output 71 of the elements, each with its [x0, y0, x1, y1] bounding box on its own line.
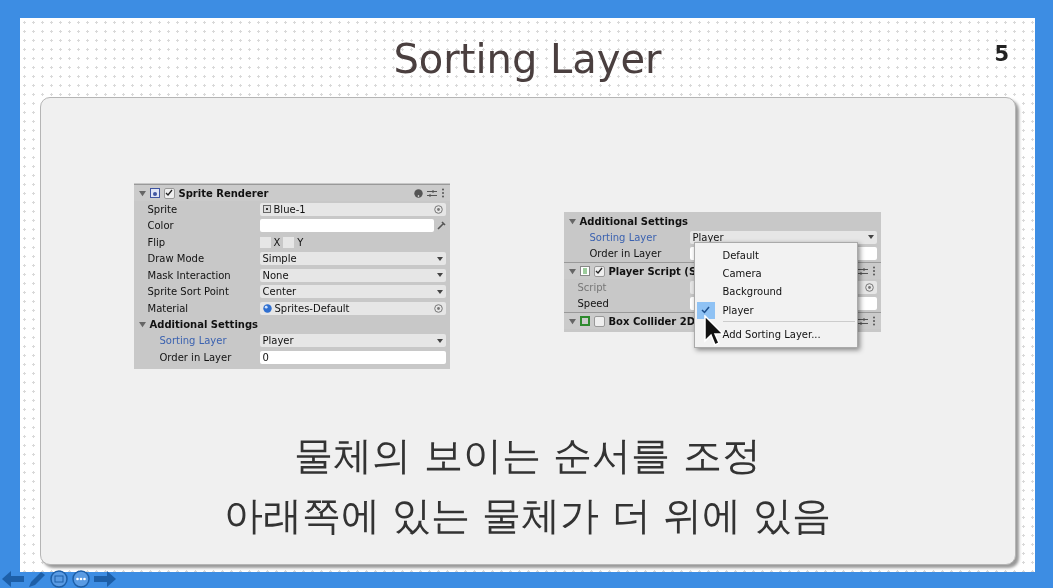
- more-icon[interactable]: [72, 570, 90, 588]
- caret-icon: [436, 289, 443, 294]
- property-label: Color: [147, 220, 175, 232]
- checkbox[interactable]: [283, 236, 295, 248]
- caption-text: 아래쪽에 있는 물체가 더 위에 있음: [223, 492, 832, 540]
- property-label: Sprite Sort Point: [147, 286, 230, 298]
- dropdown-field[interactable]: None: [259, 268, 446, 282]
- checkbox[interactable]: [259, 236, 271, 248]
- property-label: Sprite: [147, 203, 179, 215]
- number-field[interactable]: 0: [259, 350, 446, 364]
- section-title: Additional Settings: [149, 319, 259, 330]
- sphere-icon: [262, 303, 272, 313]
- property-label: Draw Mode: [147, 253, 206, 265]
- help-icon[interactable]: [413, 188, 423, 198]
- expand-triangle-icon[interactable]: [568, 217, 576, 225]
- object-field[interactable]: Blue-1: [259, 202, 446, 216]
- object-field[interactable]: Sprites-Default: [259, 301, 446, 315]
- property-label: Order in Layer: [589, 248, 663, 260]
- forward-arrow-icon[interactable]: [94, 571, 116, 587]
- dropdown-field[interactable]: Player: [259, 334, 446, 348]
- more-icon[interactable]: [871, 316, 876, 326]
- caret-icon: [436, 256, 443, 261]
- property-label: Material: [147, 302, 190, 314]
- caret-icon: [436, 338, 443, 343]
- property-label: Flip: [147, 236, 167, 248]
- component-icon: [579, 316, 590, 326]
- sliders-icon[interactable]: [857, 266, 868, 276]
- menu-item[interactable]: Add Sorting Layer...: [722, 328, 821, 340]
- menu-item[interactable]: Player: [722, 304, 754, 316]
- menu-item[interactable]: Default: [722, 249, 760, 261]
- checkbox[interactable]: [593, 265, 605, 277]
- sliders-icon[interactable]: [857, 316, 868, 326]
- dropdown-field[interactable]: Center: [259, 285, 446, 299]
- more-icon[interactable]: [440, 188, 445, 198]
- property-label: Script: [577, 281, 608, 293]
- sliders-icon[interactable]: [426, 188, 437, 198]
- check-icon: [701, 306, 710, 315]
- property-label: Sorting Layer: [159, 335, 228, 347]
- expand-triangle-icon[interactable]: [568, 267, 576, 275]
- component-icon: [579, 266, 590, 276]
- sprite-icon: [262, 205, 271, 214]
- color-field[interactable]: [259, 219, 434, 233]
- target-icon[interactable]: [864, 282, 874, 292]
- checkbox-label: X: [273, 236, 281, 248]
- target-icon[interactable]: [433, 204, 443, 214]
- expand-triangle-icon[interactable]: [138, 321, 146, 328]
- component-title: Sprite Renderer: [178, 187, 269, 199]
- caret-icon: [867, 235, 874, 240]
- page-number: 5: [994, 42, 1009, 66]
- menu-item[interactable]: Camera: [722, 267, 762, 279]
- dropdown-field[interactable]: Simple: [259, 252, 446, 266]
- eyedropper-icon[interactable]: [436, 221, 446, 231]
- expand-triangle-icon[interactable]: [138, 189, 146, 197]
- slides-icon[interactable]: [50, 570, 68, 588]
- slide-title: Sorting Layer: [393, 36, 662, 84]
- checkbox-label: Y: [297, 236, 304, 248]
- component-title: Box Collider 2D: [608, 315, 696, 327]
- more-icon[interactable]: [871, 266, 876, 276]
- caret-icon: [436, 273, 443, 278]
- menu-item[interactable]: Background: [722, 286, 783, 298]
- expand-triangle-icon[interactable]: [568, 317, 576, 325]
- property-label: Order in Layer: [159, 351, 233, 363]
- checkbox[interactable]: [593, 315, 605, 327]
- checkbox[interactable]: [163, 187, 175, 199]
- target-icon[interactable]: [433, 303, 443, 313]
- property-label: Mask Interaction: [147, 269, 232, 281]
- caption-text: 물체의 보이는 순서를 조정: [294, 432, 761, 480]
- property-label: Sorting Layer: [589, 231, 658, 243]
- property-label: Speed: [577, 298, 610, 310]
- section-title: Additional Settings: [579, 215, 689, 227]
- component-icon: [149, 188, 160, 198]
